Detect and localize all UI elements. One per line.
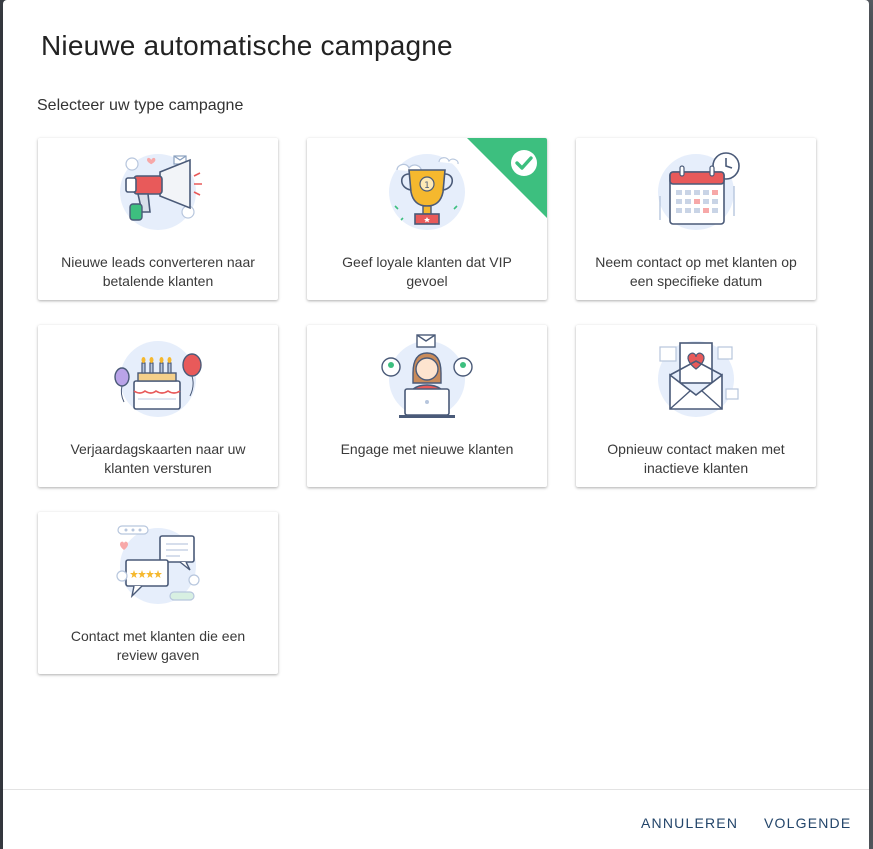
campaign-card-label: Opnieuw contact maken met inactieve klan… [607,441,785,476]
campaign-card-label: Verjaardagskaarten naar uw klanten verst… [70,441,246,476]
campaign-card-reengage-inactive[interactable]: Opnieuw contact maken met inactieve klan… [576,325,816,487]
calendar-illustration-icon [658,152,740,230]
campaign-card-vip[interactable]: 1 Geef loyale klanten dat VIP gevoel [307,138,547,300]
campaign-card-label: Contact met klanten die een review gaven [70,628,246,663]
trophy-illustration-icon: 1 [389,154,465,230]
campaign-card-label: Engage met nieuwe klanten [340,441,514,457]
cancel-button[interactable]: ANNULEREN [635,811,744,835]
laptop-person-illustration-icon [381,334,473,418]
campaign-card-reviewers[interactable]: Contact met klanten die een review gaven [38,512,278,674]
footer-divider [3,789,869,790]
campaign-card-engage-new[interactable]: Engage met nieuwe klanten [307,325,547,487]
campaign-card-label: Neem contact op met klanten op een speci… [595,254,797,289]
svg-text:1: 1 [424,181,430,191]
campaign-card-new-leads[interactable]: Nieuwe leads converteren naar betalende … [38,138,278,300]
megaphone-illustration-icon [120,154,202,230]
dialog-subtitle: Selecteer uw type campagne [37,97,244,114]
next-button[interactable]: VOLGENDE [758,811,857,835]
envelope-heart-illustration-icon [658,341,739,417]
campaign-card-label: Nieuwe leads converteren naar betalende … [61,254,255,289]
campaign-card-specific-date[interactable]: Neem contact op met klanten op een speci… [576,138,816,300]
birthday-cake-illustration-icon [114,341,202,417]
campaign-card-birthday[interactable]: Verjaardagskaarten naar uw klanten verst… [38,325,278,487]
selected-check-badge-icon [467,138,547,218]
dialog-title: Nieuwe automatische campagne [41,30,453,61]
review-chat-illustration-icon [116,525,200,604]
campaign-dialog: Nieuwe automatische campagne Selecteer u… [3,0,869,849]
campaign-type-grid: Nieuwe leads converteren naar betalende … [38,138,818,678]
campaign-card-label: Geef loyale klanten dat VIP gevoel [342,254,512,289]
